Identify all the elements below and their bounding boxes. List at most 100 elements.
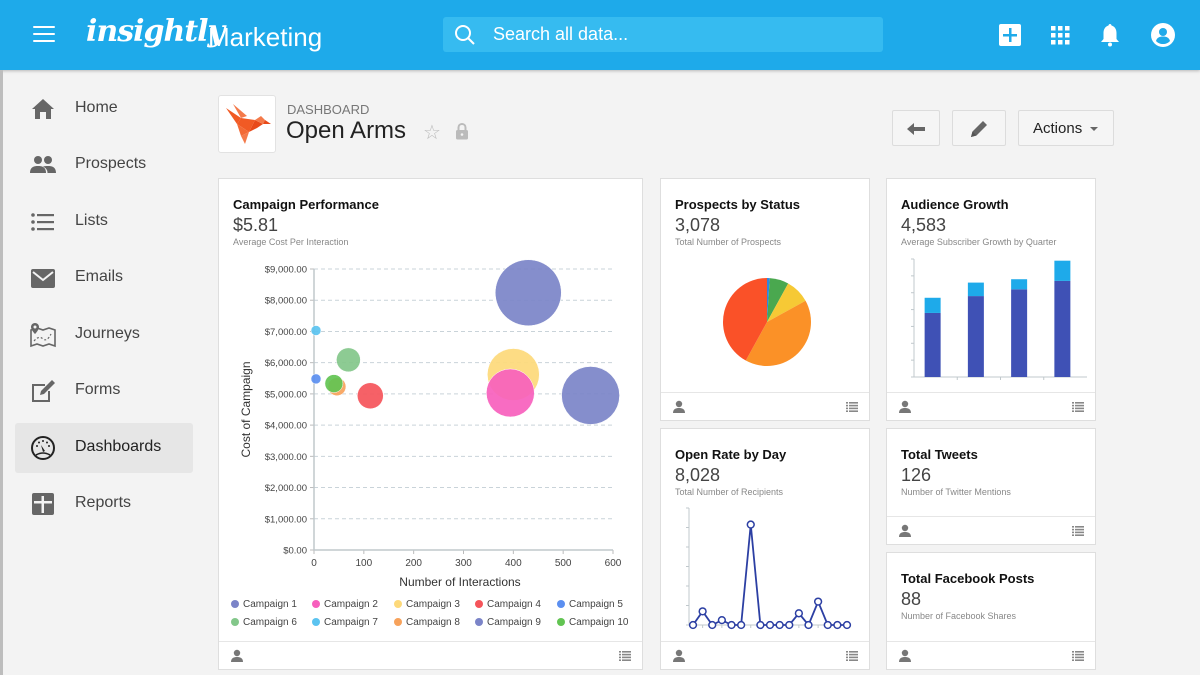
legend-item[interactable]: Campaign 4 [475, 599, 541, 610]
y-tick-label: $0.00 [283, 546, 307, 557]
user-icon[interactable] [898, 649, 912, 663]
account-icon[interactable] [1150, 22, 1176, 48]
legend-label: Campaign 10 [569, 617, 629, 628]
y-tick-label: $9,000.00 [265, 265, 307, 276]
list-view-icon[interactable] [846, 651, 858, 661]
apps-grid-icon[interactable] [1047, 22, 1073, 48]
line-chart [686, 507, 852, 630]
user-icon[interactable] [898, 524, 912, 538]
legend-item[interactable]: Campaign 7 [312, 617, 378, 628]
list-view-icon[interactable] [1072, 402, 1084, 412]
bar-growth-q1 [924, 297, 941, 313]
data-point [746, 520, 755, 529]
data-point [717, 615, 727, 625]
open-rate-by-day-card: Open Rate by Day 8,028 Total Number of R… [660, 428, 870, 670]
legend-item[interactable]: Campaign 6 [231, 617, 297, 628]
sidebar-item-dashboards[interactable]: Dashboards [15, 423, 193, 473]
x-tick-label: 300 [455, 558, 472, 569]
legend-item[interactable]: Campaign 1 [231, 599, 297, 610]
bubble-campaign-1 [561, 366, 620, 425]
data-point [765, 620, 775, 630]
sidebar-item-label: Journeys [75, 325, 140, 342]
bar-growth-q2 [967, 282, 984, 297]
legend-label: Campaign 6 [243, 617, 297, 628]
dashboard-logo [218, 95, 276, 153]
campaign-performance-card: Campaign Performance $5.81 Average Cost … [218, 178, 643, 670]
data-point [833, 620, 842, 630]
legend-label: Campaign 5 [569, 599, 623, 610]
legend-item[interactable]: Campaign 3 [394, 599, 460, 610]
legend-swatch [231, 600, 239, 608]
list-icon [31, 213, 54, 231]
page-kicker: DASHBOARD [287, 102, 370, 117]
sidebar-item-lists[interactable]: Lists [15, 197, 193, 247]
caret-down-icon [1090, 127, 1098, 131]
list-view-icon[interactable] [1072, 651, 1084, 661]
line-series [692, 524, 847, 627]
sidebar-item-label: Forms [75, 381, 121, 398]
lock-icon[interactable] [455, 123, 469, 140]
total-facebook-posts-card: Total Facebook Posts 88 Number of Facebo… [886, 552, 1096, 670]
search-input[interactable] [493, 17, 873, 52]
sidebar-item-home[interactable]: Home [15, 84, 193, 134]
back-button[interactable] [892, 110, 940, 146]
sidebar-item-prospects[interactable]: Prospects [15, 140, 193, 190]
add-icon[interactable] [997, 22, 1023, 48]
card-footer [887, 392, 1095, 420]
sidebar-item-journeys[interactable]: Journeys [15, 310, 193, 360]
x-tick-label: 100 [355, 558, 372, 569]
sidebar-item-forms[interactable]: Forms [15, 366, 193, 416]
card-subtitle: Number of Facebook Shares [901, 611, 1017, 621]
bubble-campaign-2 [486, 368, 535, 418]
app-name: Marketing [208, 22, 323, 52]
legend-label: Campaign 8 [406, 617, 460, 628]
sidebar-item-reports[interactable]: Reports [15, 479, 193, 529]
sidebar-item-emails[interactable]: Emails [15, 253, 193, 303]
envelope-icon [31, 269, 55, 288]
card-title: Total Tweets [901, 447, 978, 462]
data-point [785, 620, 794, 630]
actions-dropdown[interactable]: Actions [1018, 110, 1114, 146]
bubble-chart: $0.00 $1,000.00 $2,000.00 $3,000.00 $4,000.0… [239, 259, 622, 589]
y-tick-label: $8,000.00 [265, 296, 307, 307]
insightly-logo[interactable]: insightly [86, 14, 225, 49]
actions-label: Actions [1033, 120, 1083, 137]
list-view-icon[interactable] [1072, 526, 1084, 536]
card-footer [887, 516, 1095, 544]
legend-item[interactable]: Campaign 10 [557, 617, 628, 628]
legend-item[interactable]: Campaign 5 [557, 599, 623, 610]
card-title: Total Facebook Posts [901, 571, 1035, 586]
sidebar-item-label: Reports [75, 494, 132, 511]
list-view-icon[interactable] [846, 402, 858, 412]
legend-item[interactable]: Campaign 9 [475, 617, 541, 628]
legend-item[interactable]: Campaign 8 [394, 617, 460, 628]
bar-growth-q3 [1011, 279, 1028, 290]
search-box[interactable] [443, 17, 883, 52]
edit-button[interactable] [952, 110, 1006, 146]
data-point [804, 620, 813, 630]
star-icon[interactable]: ☆ [423, 120, 441, 145]
y-axis-label: Cost of Campaign [239, 361, 253, 457]
x-tick-label: 400 [505, 558, 522, 569]
edit-icon [32, 380, 55, 402]
bird-logo-icon [226, 104, 271, 144]
card-subtitle: Average Cost Per Interaction [233, 237, 349, 247]
top-bar: insightly Marketing [0, 0, 1200, 70]
bell-icon[interactable] [1097, 22, 1123, 48]
list-view-icon[interactable] [619, 651, 631, 661]
user-icon[interactable] [230, 649, 244, 663]
data-point [823, 620, 832, 630]
y-tick-label: $2,000.00 [265, 483, 307, 494]
user-icon[interactable] [672, 400, 686, 414]
card-title: Prospects by Status [675, 197, 800, 212]
legend-swatch [394, 600, 402, 608]
card-value: 126 [901, 465, 932, 485]
user-icon[interactable] [672, 649, 686, 663]
bar-base-q4 [1054, 280, 1071, 377]
card-value: 88 [901, 589, 922, 609]
sidebar-item-label: Dashboards [75, 438, 162, 455]
user-icon[interactable] [898, 400, 912, 414]
legend-item[interactable]: Campaign 2 [312, 599, 378, 610]
menu-icon[interactable] [33, 26, 55, 42]
legend-label: Campaign 2 [324, 599, 378, 610]
